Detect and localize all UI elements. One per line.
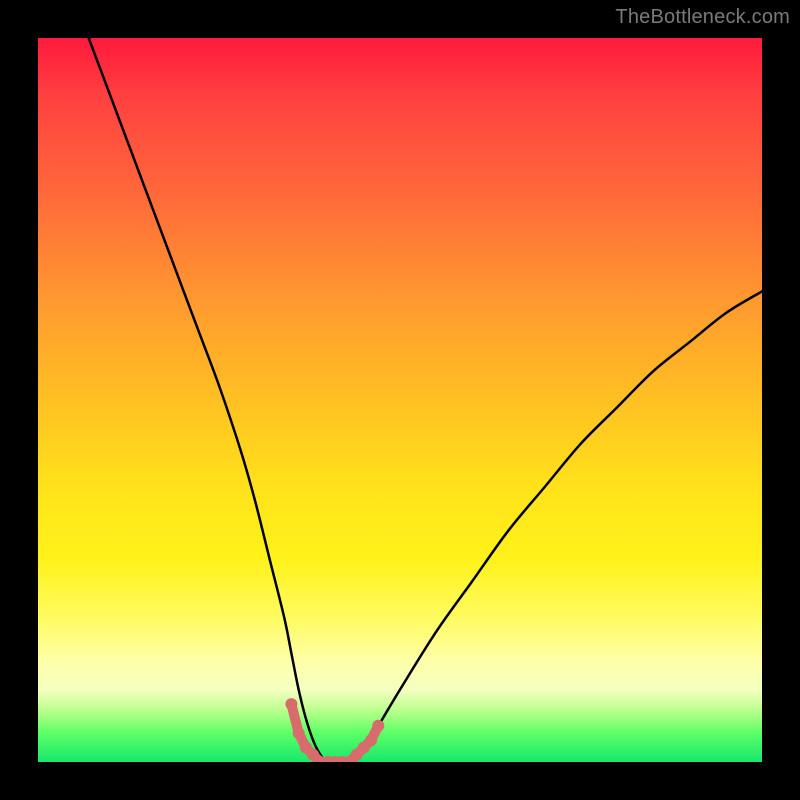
floor-marker-dot xyxy=(293,727,305,739)
plot-area xyxy=(38,38,762,762)
bottleneck-curve xyxy=(89,38,762,762)
chart-frame: TheBottleneck.com xyxy=(0,0,800,800)
floor-marker-dot xyxy=(285,698,297,710)
floor-marker-dots xyxy=(285,698,384,762)
floor-marker-dot xyxy=(372,720,384,732)
floor-marker-dot xyxy=(365,734,377,746)
watermark-text: TheBottleneck.com xyxy=(615,6,790,29)
bottleneck-curve-svg xyxy=(38,38,762,762)
